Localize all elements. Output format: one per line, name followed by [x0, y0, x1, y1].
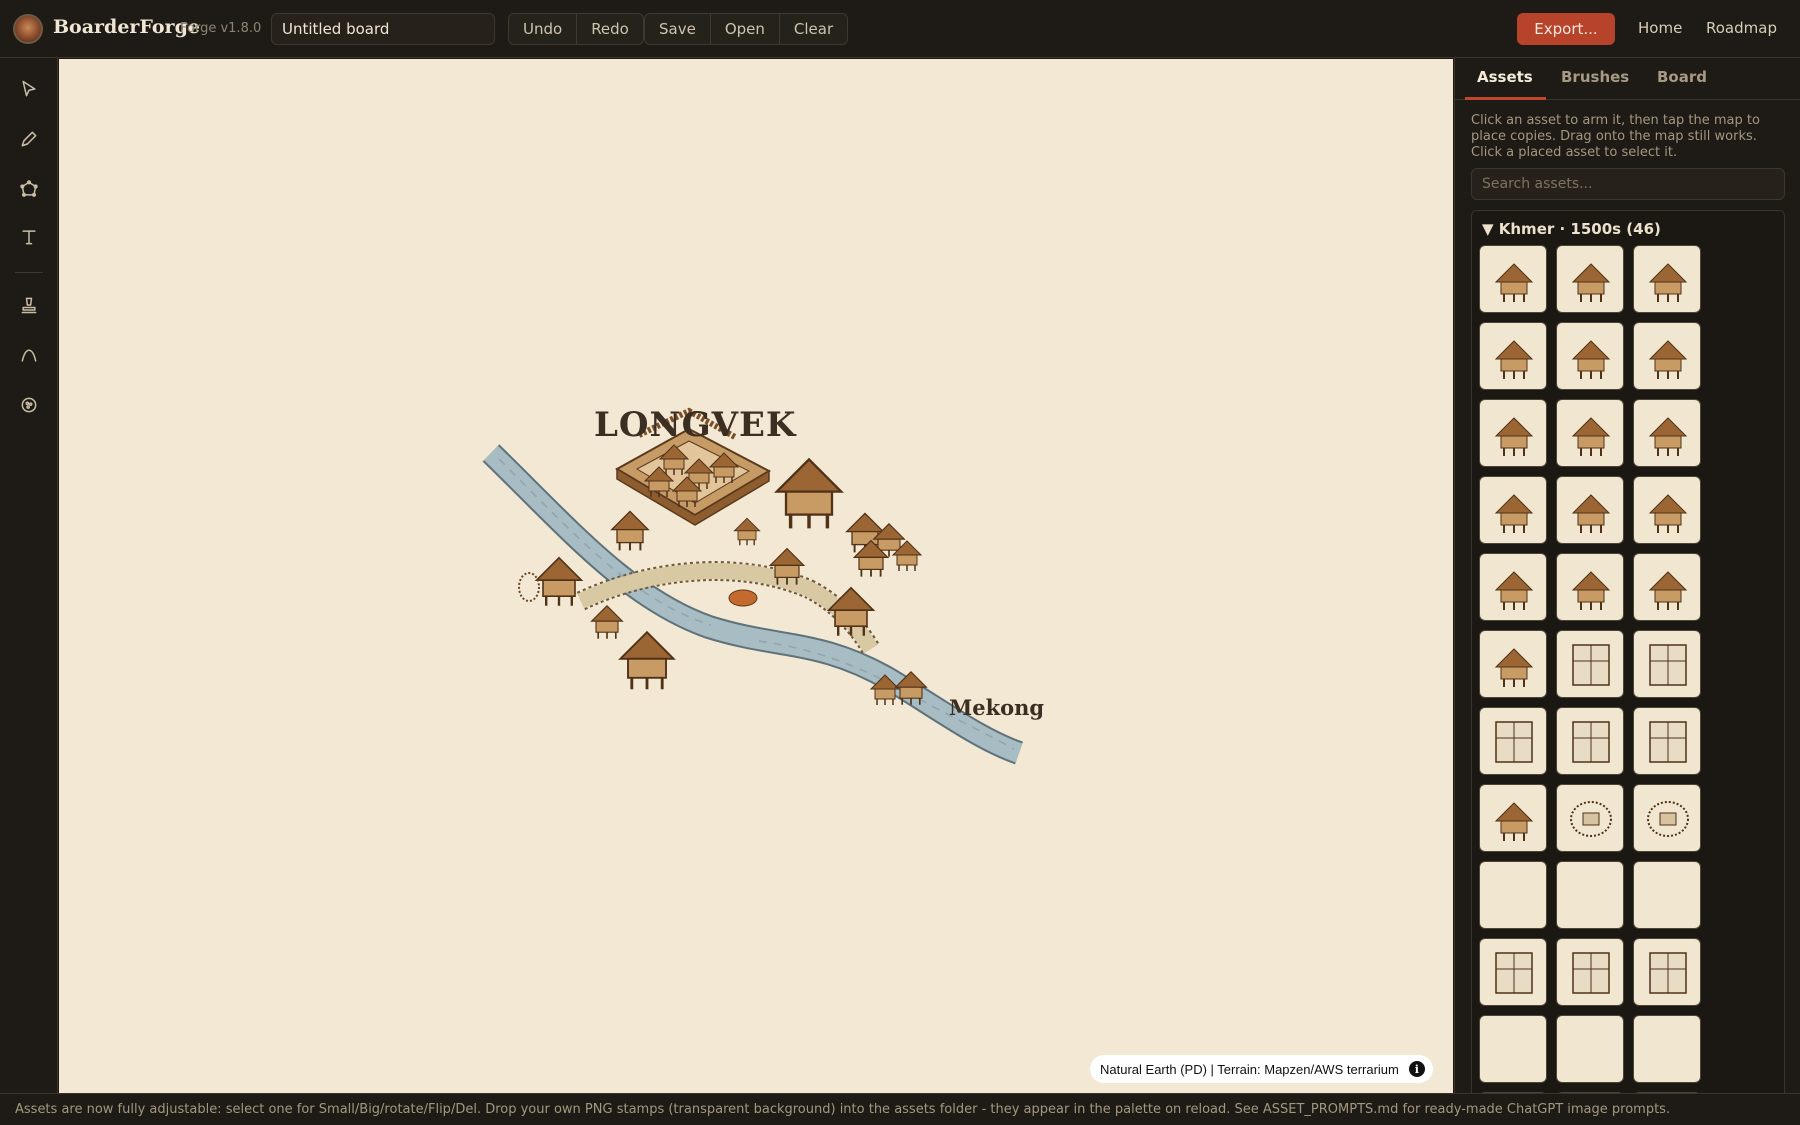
asset-tile[interactable] — [1556, 784, 1624, 852]
asset-tile[interactable] — [1479, 861, 1547, 929]
asset-tile[interactable] — [1633, 476, 1701, 544]
asset-tile[interactable] — [1479, 630, 1547, 698]
board-title-input[interactable] — [271, 13, 495, 45]
redo-button[interactable]: Redo — [577, 14, 643, 44]
panel-tabs: Assets Brushes Board — [1455, 58, 1800, 100]
map-attribution: Natural Earth (PD) | Terrain: Mapzen/AWS… — [1090, 1055, 1433, 1083]
asset-category-khmer: ▼ Khmer · 1500s (46) — [1471, 210, 1785, 1100]
asset-tile[interactable] — [1633, 938, 1701, 1006]
undo-button[interactable]: Undo — [509, 14, 578, 44]
asset-tile[interactable] — [1479, 553, 1547, 621]
asset-tile[interactable] — [1479, 322, 1547, 390]
history-button-group: Undo Redo — [508, 13, 644, 45]
city-label[interactable]: LONGVEK — [594, 405, 796, 445]
palette-icon[interactable] — [14, 390, 44, 420]
file-button-group: Save Open Clear — [644, 13, 849, 45]
asset-tile[interactable] — [1556, 861, 1624, 929]
asset-tile[interactable] — [1479, 399, 1547, 467]
asset-tile[interactable] — [1633, 1015, 1701, 1083]
save-button[interactable]: Save — [645, 14, 711, 44]
asset-panel: Assets Brushes Board Click an asset to a… — [1454, 58, 1800, 1100]
asset-tile[interactable] — [1479, 245, 1547, 313]
attribution-text: Natural Earth (PD) | Terrain: Mapzen/AWS… — [1100, 1061, 1399, 1077]
asset-tile[interactable] — [1556, 245, 1624, 313]
asset-tile[interactable] — [1556, 707, 1624, 775]
export-button[interactable]: Export... — [1517, 13, 1615, 45]
asset-tile[interactable] — [1633, 399, 1701, 467]
asset-tile[interactable] — [1633, 245, 1701, 313]
roadmap-link[interactable]: Roadmap — [1706, 19, 1777, 37]
asset-tile[interactable] — [1479, 1015, 1547, 1083]
asset-tile[interactable] — [1633, 707, 1701, 775]
asset-tile[interactable] — [1556, 553, 1624, 621]
top-bar: BoarderForge Forge v1.8.0 Undo Redo Save… — [0, 0, 1800, 58]
active-tab-indicator — [1465, 97, 1546, 100]
stamp-icon[interactable] — [14, 290, 44, 320]
asset-tile[interactable] — [1479, 476, 1547, 544]
asset-tile[interactable] — [1556, 1015, 1624, 1083]
tab-assets[interactable]: Assets — [1477, 68, 1533, 86]
asset-search-input[interactable] — [1471, 168, 1785, 200]
status-bar: Assets are now fully adjustable: select … — [0, 1093, 1800, 1125]
tab-brushes[interactable]: Brushes — [1561, 68, 1629, 86]
polygon-icon[interactable] — [14, 174, 44, 204]
river-label[interactable]: Mekong — [949, 695, 1044, 720]
home-link[interactable]: Home — [1638, 19, 1682, 37]
asset-tile[interactable] — [1556, 399, 1624, 467]
asset-help-text: Click an asset to arm it, then tap the m… — [1471, 113, 1760, 160]
curve-icon[interactable] — [14, 340, 44, 370]
map-canvas[interactable]: LONGVEK Mekong Natural Earth (PD) | Terr… — [59, 59, 1453, 1093]
tool-sidebar — [0, 58, 58, 1093]
asset-tile[interactable] — [1556, 630, 1624, 698]
asset-tile[interactable] — [1633, 784, 1701, 852]
asset-tile[interactable] — [1479, 938, 1547, 1006]
asset-tile[interactable] — [1633, 322, 1701, 390]
open-button[interactable]: Open — [711, 14, 780, 44]
asset-tile[interactable] — [1633, 861, 1701, 929]
map-drawing[interactable] — [59, 59, 1453, 1093]
asset-tile[interactable] — [1556, 476, 1624, 544]
asset-tile[interactable] — [1556, 938, 1624, 1006]
clear-button[interactable]: Clear — [780, 14, 847, 44]
asset-tile[interactable] — [1633, 630, 1701, 698]
tab-board[interactable]: Board — [1657, 68, 1707, 86]
asset-tile[interactable] — [1556, 322, 1624, 390]
select-pointer-icon[interactable] — [14, 74, 44, 104]
toolbar-divider — [15, 272, 43, 273]
text-icon[interactable] — [14, 222, 44, 252]
asset-tile[interactable] — [1479, 784, 1547, 852]
category-header[interactable]: ▼ Khmer · 1500s (46) — [1482, 220, 1661, 238]
app-logo — [13, 14, 43, 44]
asset-tile[interactable] — [1479, 707, 1547, 775]
asset-tile[interactable] — [1633, 553, 1701, 621]
pen-icon[interactable] — [14, 124, 44, 154]
info-icon[interactable]: i — [1408, 1061, 1425, 1077]
app-brand: BoarderForge — [53, 16, 200, 38]
app-version: Forge v1.8.0 — [180, 21, 262, 36]
